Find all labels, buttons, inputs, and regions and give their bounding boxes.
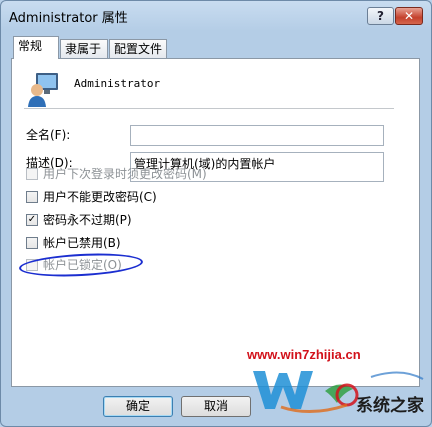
cancel-button[interactable]: 取消 — [181, 396, 251, 417]
user-icon — [28, 73, 58, 107]
watermark-brand: 系统之家 — [356, 396, 424, 416]
ok-button[interactable]: 确定 — [103, 396, 173, 417]
fullname-field[interactable] — [130, 125, 384, 146]
fullname-label: 全名(F): — [26, 128, 71, 142]
checkbox-label: 用户下次登录时须更改密码(M) — [43, 167, 207, 181]
checkbox[interactable] — [26, 191, 38, 203]
tab-member-of[interactable]: 隶属于 — [60, 39, 108, 58]
close-button[interactable]: ✕ — [395, 7, 423, 25]
checkbox-label: 帐户已禁用(B) — [43, 236, 121, 250]
watermark-url: www.win7zhijia.cn — [247, 347, 361, 362]
tab-profile[interactable]: 配置文件 — [109, 39, 167, 58]
general-tab-panel: Administrator 全名(F): 描述(D): 管理计算机(域)的内置帐… — [11, 58, 420, 387]
tab-general[interactable]: 常规 — [13, 36, 59, 59]
checkbox-label: 用户不能更改密码(C) — [43, 190, 157, 204]
checkbox[interactable] — [26, 237, 38, 249]
checkbox-checked[interactable]: ✓ — [26, 214, 38, 226]
window-title: Administrator 属性 — [9, 11, 128, 26]
checkbox-label: 密码永不过期(P) — [43, 213, 132, 227]
separator — [24, 108, 394, 109]
username-label: Administrator — [74, 77, 161, 90]
checkbox[interactable] — [26, 168, 38, 180]
help-button[interactable]: ? — [367, 7, 394, 25]
properties-window: Administrator 属性 ? ✕ 常规 隶属于 配置文件 Adminis… — [0, 0, 432, 427]
